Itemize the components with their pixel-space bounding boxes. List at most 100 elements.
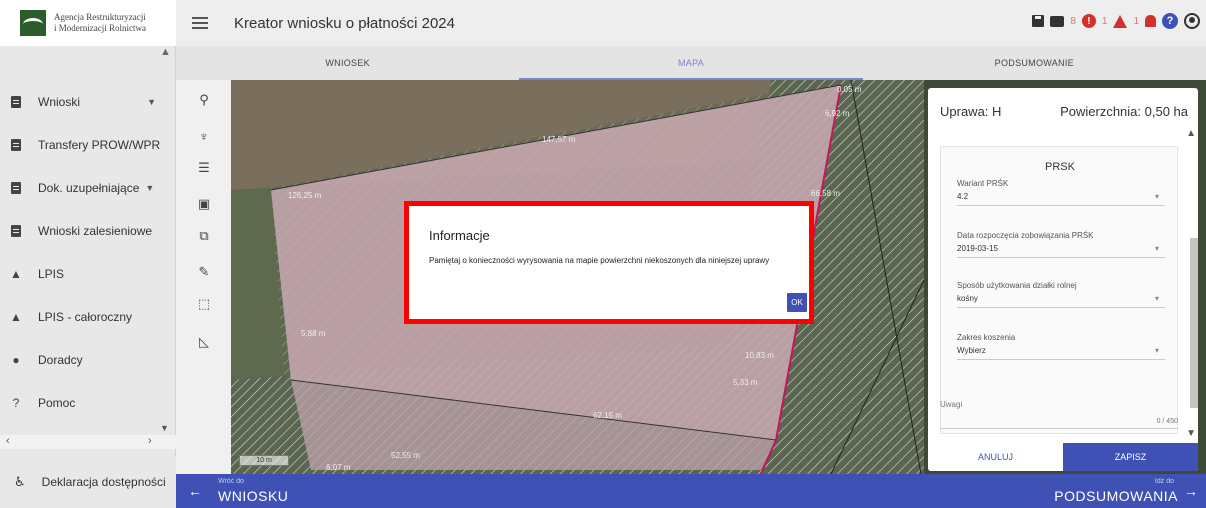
map-measure-label: 6,07 m (326, 463, 351, 472)
field-value[interactable]: Wybierz (957, 346, 1165, 360)
help-icon[interactable]: ? (1162, 13, 1178, 29)
wariant-prsk-select[interactable]: Wariant PRŚK 4.2 (957, 179, 1165, 206)
cancel-button[interactable]: ANULUJ (928, 443, 1063, 471)
sidebar-item-label: Deklaracja dostępności (41, 475, 166, 489)
panel-actions: ANULUJ ZAPISZ (928, 443, 1198, 471)
user-icon[interactable] (1184, 13, 1200, 29)
sidebar-item-label: Wnioski (38, 94, 81, 109)
sidebar-menu: Wnioski ▼ Transfery PROW/WPR Dok. uzupeł… (0, 80, 176, 424)
dialog-title: Informacje (429, 228, 490, 243)
chevron-down-icon: ▼ (147, 96, 156, 107)
sidebar-item-lpis-caloroczny[interactable]: ▲ LPIS - całoroczny (0, 295, 176, 338)
tab-wniosek[interactable]: WNIOSEK (176, 46, 519, 80)
sidebar-item-label: Dok. uzupełniające (38, 180, 140, 195)
select-area-icon[interactable]: ▣ (196, 196, 212, 212)
sposob-uzytkowania-select[interactable]: Sposób użytkowania działki rolnej kośny (957, 281, 1165, 308)
next-caption: Idź do (1154, 478, 1174, 485)
map-measure-label: 52,55 m (391, 451, 420, 460)
sidebar-item-pomoc[interactable]: ? Pomoc (0, 381, 176, 424)
field-value[interactable]: 2019-03-15 (957, 244, 1165, 258)
warning-icon[interactable] (1113, 14, 1128, 28)
chevron-up-icon[interactable]: ▲ (160, 46, 171, 58)
notes-label: Uwagi (940, 400, 963, 409)
arrow-left-icon[interactable]: ← (188, 483, 202, 499)
notification-count: 1 (1133, 15, 1139, 27)
sidebar-item-transfery[interactable]: Transfery PROW/WPR (0, 123, 176, 166)
tab-bar: WNIOSEK MAPA PODSUMOWANIE (176, 46, 1206, 80)
sidebar-horizontal-scrollbar[interactable]: ‹ › (0, 435, 176, 449)
sidebar-item-dok-uzupelniajace[interactable]: Dok. uzupełniające ▼ (0, 166, 176, 209)
field-value[interactable]: 4.2 (957, 192, 1165, 206)
field-label: Data rozpoczęcia zobowiązania PRŚK (957, 231, 1094, 240)
chevron-up-icon[interactable]: ▲ (1186, 128, 1196, 139)
field-label: Zakres koszenia (957, 333, 1016, 342)
menu-icon[interactable] (192, 14, 208, 32)
field-label: Wariant PRŚK (957, 179, 1009, 188)
sidebar-item-label: Pomoc (38, 395, 76, 410)
map-measure-label: 6,92 m (825, 109, 850, 118)
pencil-icon[interactable]: ✎ (196, 264, 212, 280)
crop-panel: Uprawa: H Powierzchnia: 0,50 ha ▲ ▼ PRSK… (928, 88, 1198, 471)
ok-button[interactable]: OK (787, 293, 807, 312)
chevron-down-icon[interactable]: ▼ (1186, 428, 1196, 439)
data-rozpoczecia-select[interactable]: Data rozpoczęcia zobowiązania PRŚK 2019-… (957, 231, 1165, 258)
sidebar-item-wnioski-zalesieniowe[interactable]: Wnioski zalesieniowe (0, 209, 176, 252)
sidebar-item-lpis[interactable]: ▲ LPIS (0, 252, 176, 295)
sidebar-item-wnioski[interactable]: Wnioski ▼ (0, 80, 176, 123)
map-toolbar: ⚲ ♆ ☰ ▣ ⧉ ✎ ⬚ ◺ (176, 80, 231, 474)
measure-icon[interactable]: ◺ (196, 334, 212, 350)
document-icon (10, 138, 22, 151)
terrain-icon: ▲ (10, 266, 22, 281)
panel-header: Uprawa: H Powierzchnia: 0,50 ha (928, 88, 1198, 134)
map-measure-label: 147,57 m (542, 135, 576, 144)
back-button[interactable]: WNIOSKU (218, 488, 288, 504)
bounding-box-icon[interactable]: ⬚ (196, 296, 212, 312)
crop-name: Uprawa: H (940, 103, 1002, 119)
layers-copy-icon[interactable]: ⧉ (196, 228, 212, 244)
print-icon[interactable] (1050, 15, 1065, 27)
header: Kreator wniosku o płatności 2024 8 ! 1 1… (176, 0, 1206, 46)
field-value[interactable]: kośny (957, 294, 1165, 308)
info-dialog: Informacje Pamiętaj o konieczności wyrys… (404, 201, 814, 324)
chevron-down-icon: ▼ (145, 182, 155, 193)
crop-plant-icon[interactable]: ♆ (196, 128, 212, 144)
map-measure-label: 126,25 m (288, 191, 322, 200)
save-button[interactable]: ZAPISZ (1063, 443, 1198, 471)
logo-line-2: i Modernizacji Rolnictwa (54, 23, 146, 33)
map-measure-label: 66,58 m (811, 189, 840, 198)
map-measure-label: 62,15 m (593, 411, 622, 420)
error-icon[interactable]: ! (1081, 14, 1096, 28)
next-button[interactable]: PODSUMOWANIA (1054, 488, 1178, 504)
bell-icon[interactable] (1145, 15, 1156, 27)
sidebar-item-doradcy[interactable]: ● Doradcy (0, 338, 176, 381)
chevron-down-icon[interactable]: ▼ (160, 423, 169, 433)
error-count: 8 (1070, 15, 1076, 27)
sidebar-item-label: LPIS (38, 266, 65, 281)
prsk-section: PRSK Wariant PRŚK 4.2 Data rozpoczęcia z… (940, 146, 1178, 434)
crop-area: Powierzchnia: 0,50 ha (1060, 103, 1188, 119)
zakres-koszenia-select[interactable]: Zakres koszenia Wybierz (957, 333, 1165, 360)
notes-input[interactable]: 0 / 450 (940, 418, 1178, 429)
chevron-left-icon[interactable]: ‹ (6, 435, 10, 447)
arrow-right-icon[interactable]: → (1184, 483, 1198, 499)
terrain-icon: ▲ (10, 309, 22, 324)
document-icon (10, 224, 22, 237)
sidebar: Agencja Restrukturyzacji i Modernizacji … (0, 0, 176, 508)
chevron-right-icon[interactable]: › (148, 435, 152, 447)
sidebar-item-label: Wnioski zalesieniowe (38, 223, 153, 238)
person-icon: ● (12, 352, 20, 367)
logo-text: Agencja Restrukturyzacji i Modernizacji … (54, 12, 146, 34)
field-label: Sposób użytkowania działki rolnej (957, 281, 1077, 290)
tab-mapa[interactable]: MAPA (519, 46, 863, 80)
header-actions: 8 ! 1 1 ? (1032, 13, 1200, 29)
logo[interactable]: Agencja Restrukturyzacji i Modernizacji … (0, 0, 176, 46)
panel-scrollbar[interactable] (1190, 238, 1198, 408)
search-icon[interactable]: ⚲ (196, 92, 212, 108)
save-icon[interactable] (1032, 15, 1045, 27)
tab-podsumowanie[interactable]: PODSUMOWANIE (863, 46, 1206, 80)
sidebar-item-accessibility[interactable]: ♿ Deklaracja dostępności (0, 456, 176, 508)
arimr-logo-icon (20, 10, 46, 36)
accessibility-icon: ♿ (14, 474, 26, 489)
dialog-message: Pamiętaj o konieczności wyrysowania na m… (429, 256, 770, 265)
list-icon[interactable]: ☰ (196, 160, 212, 176)
